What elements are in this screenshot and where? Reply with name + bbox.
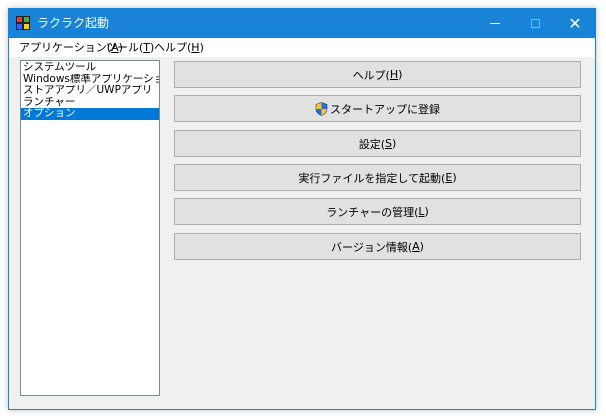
button-suffix: ) <box>391 137 397 150</box>
title-bar[interactable]: ラクラク起動 ✕ <box>9 9 595 38</box>
button-suffix: ) <box>452 171 457 184</box>
button-suffix: ) <box>419 240 424 253</box>
list-item[interactable]: ランチャー <box>21 97 159 109</box>
register-startup-button[interactable]: スタートアップに登録 <box>174 95 581 122</box>
version-info-button[interactable]: バージョン情報(A) <box>174 233 581 260</box>
button-label: 実行ファイルを指定して起動( <box>298 171 446 185</box>
close-button[interactable]: ✕ <box>555 9 595 38</box>
menu-accel: H <box>191 41 200 54</box>
button-label: スタートアップに登録 <box>330 102 440 116</box>
uac-shield-icon <box>315 101 328 116</box>
maximize-icon <box>530 19 540 28</box>
button-suffix: ) <box>424 205 429 218</box>
category-list[interactable]: システムツール Windows標準アプリケーション ストアアプリ／UWPアプリ … <box>20 60 160 396</box>
menu-label: アプリケーション( <box>19 41 112 54</box>
app-icon <box>16 16 30 30</box>
help-button[interactable]: ヘルプ(H) <box>174 61 581 88</box>
button-accel: E <box>445 171 453 184</box>
run-executable-button[interactable]: 実行ファイルを指定して起動(E) <box>174 164 581 191</box>
button-label: バージョン情報( <box>331 240 413 254</box>
menu-label: ヘルプ( <box>154 41 192 54</box>
menu-label: ツール( <box>106 41 144 54</box>
menu-suffix: ) <box>199 41 204 54</box>
button-accel: H <box>389 68 399 81</box>
list-item[interactable]: Windows標準アプリケーション <box>21 74 159 86</box>
minimize-button[interactable] <box>475 9 515 38</box>
list-item[interactable]: システムツール <box>21 62 159 74</box>
settings-button[interactable]: 設定(S) <box>174 130 581 157</box>
button-accel: A <box>412 240 420 253</box>
menu-bar: アプリケーション(A) ツール(T) ヘルプ(H) <box>9 38 595 57</box>
button-suffix: ) <box>398 68 403 81</box>
close-icon: ✕ <box>568 13 582 33</box>
manage-launcher-button[interactable]: ランチャーの管理(L) <box>174 198 581 225</box>
minimize-icon <box>490 23 500 24</box>
button-label: ランチャーの管理( <box>326 205 419 219</box>
app-window: ラクラク起動 ✕ アプリケーション(A) ツール(T) ヘルプ(H) システムツ… <box>8 8 596 410</box>
window-title: ラクラク起動 <box>37 16 110 30</box>
button-accel: S <box>385 137 392 150</box>
menu-tools[interactable]: ツール(T) <box>106 38 154 57</box>
button-label: ヘルプ( <box>352 68 390 82</box>
button-label: 設定( <box>358 137 385 151</box>
list-item[interactable]: ストアアプリ／UWPアプリ <box>21 85 159 97</box>
maximize-button[interactable] <box>515 9 555 38</box>
list-item-selected[interactable]: オプション <box>21 108 159 120</box>
menu-help[interactable]: ヘルプ(H) <box>154 38 204 57</box>
